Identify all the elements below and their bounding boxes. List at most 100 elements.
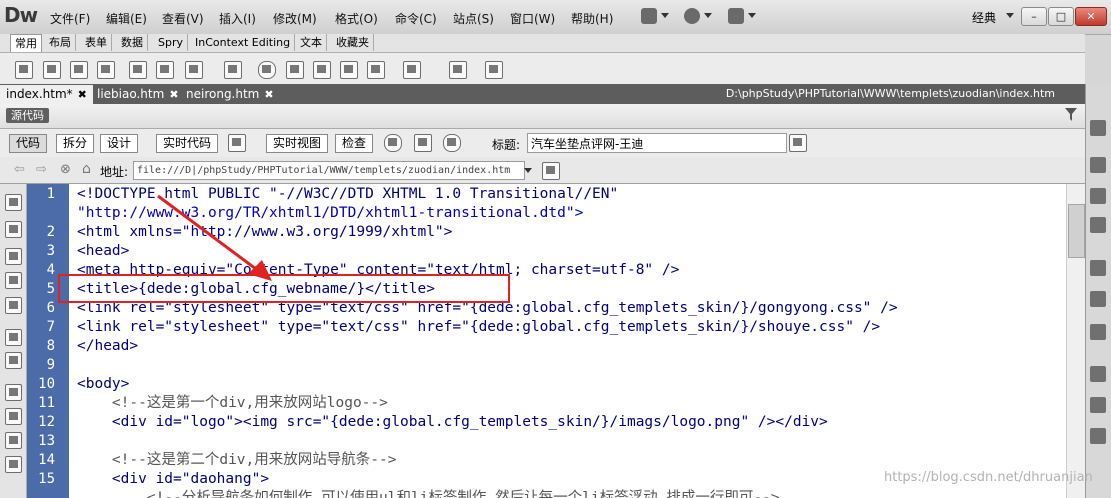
tab-data[interactable]: 数据: [117, 34, 148, 51]
panel-icon[interactable]: [1090, 397, 1106, 413]
code-line[interactable]: <link rel="stylesheet" type="text/css" h…: [77, 318, 880, 337]
home-icon[interactable]: ⌂: [82, 161, 91, 177]
menu-edit[interactable]: 编辑(E): [106, 10, 147, 27]
inspect-button[interactable]: 检查: [335, 134, 374, 153]
table-icon[interactable]: [129, 61, 147, 79]
script-icon[interactable]: [403, 61, 421, 79]
panel-icon[interactable]: [1090, 217, 1106, 233]
code-line[interactable]: <head>: [77, 242, 129, 261]
code-view-button[interactable]: 代码: [9, 134, 48, 153]
panel-icon[interactable]: [1090, 366, 1106, 382]
select-parent-tag-icon[interactable]: [5, 297, 22, 314]
document-title-input[interactable]: [527, 133, 787, 153]
forward-icon[interactable]: ⇨: [36, 162, 47, 177]
preview-icon[interactable]: [414, 134, 432, 152]
source-code-label[interactable]: 源代码: [6, 108, 49, 123]
tab-layout[interactable]: 布局: [45, 34, 76, 51]
tab-index-htm[interactable]: index.htm* ✖: [0, 85, 93, 104]
tab-spry[interactable]: Spry: [154, 34, 188, 51]
chevron-down-icon[interactable]: [524, 168, 532, 173]
menu-help[interactable]: 帮助(H): [571, 10, 613, 27]
head-icon[interactable]: [367, 61, 385, 79]
menu-modify[interactable]: 修改(M): [273, 10, 317, 27]
inspect-icon[interactable]: [228, 134, 246, 152]
globe-icon[interactable]: [384, 134, 402, 152]
template-icon[interactable]: [449, 61, 467, 79]
split-view-button[interactable]: 拆分: [56, 134, 95, 153]
highlight-invalid-icon[interactable]: [5, 384, 22, 401]
layout-icon[interactable]: [641, 8, 657, 24]
email-link-icon[interactable]: [43, 61, 61, 79]
panel-icon[interactable]: [1090, 260, 1106, 276]
menu-window[interactable]: 窗口(W): [510, 10, 555, 27]
server-include-icon[interactable]: [313, 61, 331, 79]
chevron-down-icon[interactable]: [704, 13, 712, 18]
live-code-button[interactable]: 实时代码: [156, 134, 219, 153]
tag-chooser-icon[interactable]: [485, 61, 503, 79]
chevron-down-icon[interactable]: [661, 13, 669, 18]
panel-icon[interactable]: [1090, 324, 1106, 340]
maximize-button[interactable]: □: [1048, 7, 1074, 26]
address-input[interactable]: file:///D|/phpStudy/PHPTutorial/WWW/temp…: [133, 161, 525, 180]
syntax-error-icon[interactable]: [5, 432, 22, 449]
code-line-comment[interactable]: <!--分析导航条如何制作,可以使用ul和li标签制作,然后让每一个li标签浮动…: [77, 489, 780, 498]
collapse-selection-icon[interactable]: [5, 248, 22, 265]
workspace-switcher[interactable]: 经典: [972, 9, 996, 26]
menu-site[interactable]: 站点(S): [453, 10, 494, 27]
minimize-button[interactable]: –: [1021, 7, 1047, 26]
gear-icon[interactable]: [684, 8, 700, 24]
media-icon[interactable]: [224, 61, 242, 79]
hyperlink-icon[interactable]: [15, 61, 33, 79]
filter-icon[interactable]: [1065, 108, 1077, 122]
live-view-button[interactable]: 实时视图: [266, 134, 329, 153]
chevron-down-icon[interactable]: [1006, 13, 1014, 18]
panel-icon[interactable]: [1090, 428, 1106, 444]
menu-insert[interactable]: 插入(I): [219, 10, 256, 27]
code-line[interactable]: <div id="daohang">: [77, 470, 269, 489]
close-icon[interactable]: ✖: [78, 88, 87, 101]
code-line[interactable]: </head>: [77, 337, 138, 356]
tab-neirong-htm[interactable]: neirong.htm ✖: [180, 85, 280, 104]
collapse-tag-icon[interactable]: [5, 221, 22, 238]
file-management-icon[interactable]: [789, 134, 807, 152]
code-line[interactable]: <body>: [77, 375, 129, 394]
widget-icon[interactable]: [258, 61, 276, 79]
panel-icon[interactable]: [1090, 188, 1106, 204]
menu-commands[interactable]: 命令(C): [395, 10, 437, 27]
code-line[interactable]: <div id="logo"><img src="{dede:global.cf…: [77, 413, 828, 432]
stop-icon[interactable]: ⊗: [60, 162, 71, 177]
tab-favorites[interactable]: 收藏夹: [332, 34, 374, 51]
tab-text[interactable]: 文本: [296, 34, 327, 51]
named-anchor-icon[interactable]: [70, 61, 88, 79]
scrollbar-thumb[interactable]: [1068, 204, 1085, 258]
tab-forms[interactable]: 表单: [81, 34, 112, 51]
date-icon[interactable]: [286, 61, 304, 79]
tab-liebiao-htm[interactable]: liebiao.htm ✖: [91, 85, 185, 104]
chevron-down-icon[interactable]: [748, 13, 756, 18]
code-line-comment[interactable]: <!--这是第二个div,用来放网站导航条-->: [77, 451, 397, 470]
site-tree-icon[interactable]: [728, 8, 744, 24]
close-button[interactable]: ✕: [1075, 7, 1107, 26]
tab-incontext-editing[interactable]: InContext Editing: [191, 34, 296, 51]
apply-comment-icon[interactable]: [5, 456, 22, 473]
horizontal-rule-icon[interactable]: [97, 61, 115, 79]
code-line-comment[interactable]: <!--这是第一个div,用来放网站logo-->: [77, 394, 388, 413]
menu-file[interactable]: 文件(F): [50, 10, 90, 27]
panel-icon[interactable]: [1090, 120, 1106, 136]
view-options-icon[interactable]: [542, 162, 560, 180]
balance-braces-icon[interactable]: [5, 329, 22, 346]
back-icon[interactable]: ⇦: [14, 162, 25, 177]
tab-common[interactable]: 常用: [10, 34, 42, 52]
panel-icon[interactable]: [1090, 157, 1106, 173]
close-icon[interactable]: ✖: [264, 88, 273, 101]
word-wrap-icon[interactable]: [5, 408, 22, 425]
line-numbers-icon[interactable]: [5, 352, 22, 369]
panel-icon[interactable]: [1090, 291, 1106, 307]
close-icon[interactable]: ✖: [169, 88, 178, 101]
design-view-button[interactable]: 设计: [100, 134, 139, 153]
comment-icon[interactable]: [340, 61, 358, 79]
refresh-icon[interactable]: [443, 134, 461, 152]
menu-format[interactable]: 格式(O): [335, 10, 378, 27]
expand-all-icon[interactable]: [5, 272, 22, 289]
image-icon[interactable]: [185, 61, 203, 79]
